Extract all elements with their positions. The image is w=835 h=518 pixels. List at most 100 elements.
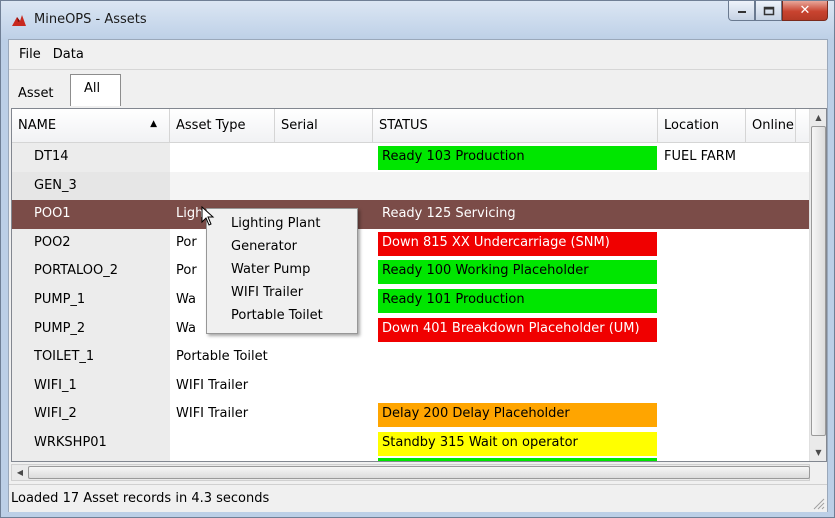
- cell-online: [746, 257, 796, 286]
- cell-online: [746, 315, 796, 344]
- column-header-asset-type[interactable]: Asset Type: [170, 109, 275, 143]
- menu-file[interactable]: File: [13, 47, 47, 62]
- cell-asset-type: [170, 458, 275, 461]
- status-badge: Standby 315 Wait on operator: [378, 431, 657, 456]
- vertical-scroll-thumb[interactable]: [811, 126, 826, 436]
- table-row[interactable]: PUMP_1 Wa Ready 101 Production: [12, 285, 809, 315]
- resize-grip-icon[interactable]: [811, 496, 825, 510]
- cell-location: [658, 372, 746, 401]
- cell-status: [373, 172, 658, 201]
- table-row[interactable]: GEN_3: [12, 171, 809, 201]
- cell-serial: [275, 143, 373, 172]
- cell-name: WIFI_2: [12, 400, 170, 429]
- cell-location: [658, 229, 746, 258]
- cell-status: [373, 372, 658, 401]
- status-badge: [378, 457, 657, 461]
- status-badge: [378, 175, 657, 199]
- close-button[interactable]: ✕: [782, 1, 828, 21]
- column-header-serial[interactable]: Serial: [275, 109, 373, 143]
- cell-status: Ready 103 Production: [373, 143, 658, 172]
- cell-status: Delay 200 Delay Placeholder: [373, 400, 658, 429]
- status-badge: Ready 103 Production: [378, 146, 657, 170]
- cell-online: [746, 400, 796, 429]
- table-row[interactable]: PORTALOO_2 Por Ready 100 Working Placeho…: [12, 257, 809, 286]
- cell-location: [658, 400, 746, 429]
- maximize-icon: [763, 6, 774, 15]
- menu-item-portable-toilet[interactable]: Portable Toilet: [207, 305, 357, 328]
- cell-status: Down 401 Breakdown Placeholder (UM): [373, 315, 658, 344]
- horizontal-scrollbar[interactable]: ◀: [11, 464, 810, 481]
- column-header-status[interactable]: STATUS: [373, 109, 658, 143]
- sort-ascending-icon: ▲: [150, 119, 157, 129]
- cell-asset-type: WIFI Trailer: [176, 377, 249, 393]
- column-header-location[interactable]: Location: [658, 109, 746, 143]
- cell-location: [658, 429, 746, 458]
- cell-name: WIFI_1: [12, 371, 170, 401]
- tab-all[interactable]: All: [70, 74, 121, 106]
- status-badge: Delay 200 Delay Placeholder: [378, 403, 657, 428]
- mouse-cursor-icon: [201, 206, 215, 226]
- menu-item-lighting-plant[interactable]: Lighting Plant: [207, 213, 357, 236]
- column-header-online[interactable]: Online: [746, 109, 796, 143]
- scroll-up-icon[interactable]: ▲: [810, 109, 826, 126]
- cell-online: [746, 372, 796, 401]
- cell-name: [12, 457, 170, 461]
- cell-asset-type: WIFI Trailer: [176, 406, 249, 422]
- grid-header: NAME ▲ Asset Type Serial STATUS Location…: [12, 109, 809, 143]
- cell-location: FUEL FARM: [664, 149, 737, 164]
- scroll-left-icon[interactable]: ◀: [12, 465, 28, 480]
- cell-location: [658, 257, 746, 286]
- grid-rows: DT14 Ready 103 Production FUEL FARM GEN_…: [12, 143, 809, 461]
- cell-location: [658, 172, 746, 201]
- cell-status: [373, 457, 658, 461]
- status-badge: Ready 100 Working Placeholder: [378, 260, 657, 285]
- cell-serial: [275, 429, 373, 458]
- cell-asset-type: [170, 172, 275, 201]
- table-row[interactable]: DT14 Ready 103 Production FUEL FARM: [12, 143, 809, 172]
- tab-asset[interactable]: Asset: [11, 81, 61, 106]
- cell-online: [746, 143, 796, 172]
- menu-item-generator[interactable]: Generator: [207, 236, 357, 259]
- app-logo-icon: [12, 15, 26, 26]
- asset-grid: NAME ▲ Asset Type Serial STATUS Location…: [11, 108, 827, 462]
- column-header-name[interactable]: NAME ▲: [12, 109, 170, 143]
- cell-location: [658, 343, 746, 372]
- menu-item-water-pump[interactable]: Water Pump: [207, 259, 357, 282]
- cell-serial: [275, 343, 373, 372]
- table-row[interactable]: PUMP_2 Wa Down 401 Breakdown Placeholder…: [12, 314, 809, 344]
- cell-online: [746, 229, 796, 258]
- cell-location: [658, 286, 746, 315]
- menu-data[interactable]: Data: [47, 47, 90, 62]
- table-row[interactable]: WIFI_1 WIFI Trailer: [12, 371, 809, 401]
- cell-status: [373, 343, 658, 372]
- cell-location: [658, 315, 746, 344]
- table-row-selected[interactable]: POO1 Ligh Ready 125 Servicing: [12, 200, 809, 229]
- table-row[interactable]: POO2 Por Down 815 XX Undercarriage (SNM): [12, 228, 809, 258]
- cell-status: Ready 101 Production: [373, 286, 658, 315]
- cell-asset-type: [170, 429, 275, 458]
- horizontal-scroll-thumb[interactable]: [28, 466, 810, 479]
- cell-online: [746, 172, 796, 201]
- vertical-scrollbar[interactable]: ▲ ▼: [809, 109, 826, 461]
- status-bar: Loaded 17 Asset records in 4.3 seconds: [9, 484, 827, 512]
- table-row[interactable]: WIFI_2 WIFI Trailer Delay 200 Delay Plac…: [12, 400, 809, 429]
- table-row-partial[interactable]: [12, 457, 809, 461]
- status-badge: Ready 101 Production: [378, 288, 657, 313]
- status-text: Loaded 17 Asset records in 4.3 seconds: [11, 491, 270, 506]
- cell-asset-type: Portable Toilet: [176, 349, 268, 365]
- table-row[interactable]: TOILET_1 Portable Toilet: [12, 343, 809, 372]
- scroll-down-icon[interactable]: ▼: [810, 444, 826, 461]
- status-badge: [378, 346, 657, 370]
- minimize-button[interactable]: [728, 1, 755, 21]
- status-badge: Down 401 Breakdown Placeholder (UM): [378, 317, 657, 342]
- cell-name: POO1: [12, 200, 170, 229]
- menu-item-wifi-trailer[interactable]: WIFI Trailer: [207, 282, 357, 305]
- title-bar[interactable]: MineOPS - Assets ✕: [1, 1, 834, 39]
- caption-buttons: ✕: [728, 1, 828, 21]
- cell-online: [746, 429, 796, 458]
- maximize-button[interactable]: [755, 1, 782, 21]
- cell-serial: [275, 400, 373, 429]
- table-row[interactable]: WRKSHP01 Standby 315 Wait on operator: [12, 428, 809, 458]
- status-badge: Ready 125 Servicing: [382, 206, 516, 222]
- cell-location: [658, 200, 746, 229]
